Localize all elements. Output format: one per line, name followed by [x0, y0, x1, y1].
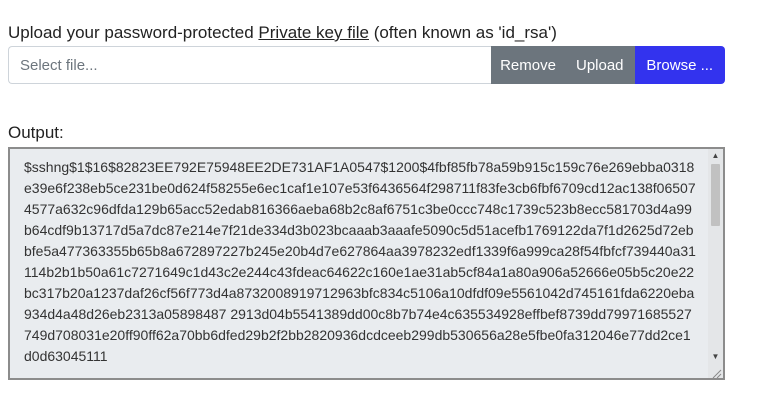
file-select-input[interactable]: Select file... — [8, 46, 491, 84]
output-label: Output: — [8, 123, 64, 142]
file-input-group: Select file... Remove Upload Browse ... — [8, 46, 725, 84]
upload-label-prefix: Upload your password-protected — [8, 23, 259, 42]
upload-button[interactable]: Upload — [565, 46, 635, 84]
private-key-file-link[interactable]: Private key file — [258, 23, 369, 42]
output-textarea[interactable]: $sshng$1$16$82823EE792E75948EE2DE731AF1A… — [8, 147, 725, 380]
output-text[interactable]: $sshng$1$16$82823EE792E75948EE2DE731AF1A… — [24, 157, 696, 367]
scroll-up-icon[interactable]: ▲ — [708, 149, 723, 163]
upload-instructions: Upload your password-protected Private k… — [8, 22, 557, 44]
file-select-placeholder: Select file... — [20, 56, 98, 74]
upload-label-suffix: (often known as 'id_rsa') — [368, 23, 557, 42]
scroll-down-icon[interactable]: ▼ — [708, 350, 723, 364]
remove-button[interactable]: Remove — [491, 46, 566, 84]
output-scrollbar[interactable]: ▲ ▼ — [708, 149, 723, 378]
browse-button[interactable]: Browse ... — [634, 46, 725, 84]
resize-grip-icon[interactable] — [711, 366, 722, 378]
scroll-thumb[interactable] — [711, 164, 720, 226]
